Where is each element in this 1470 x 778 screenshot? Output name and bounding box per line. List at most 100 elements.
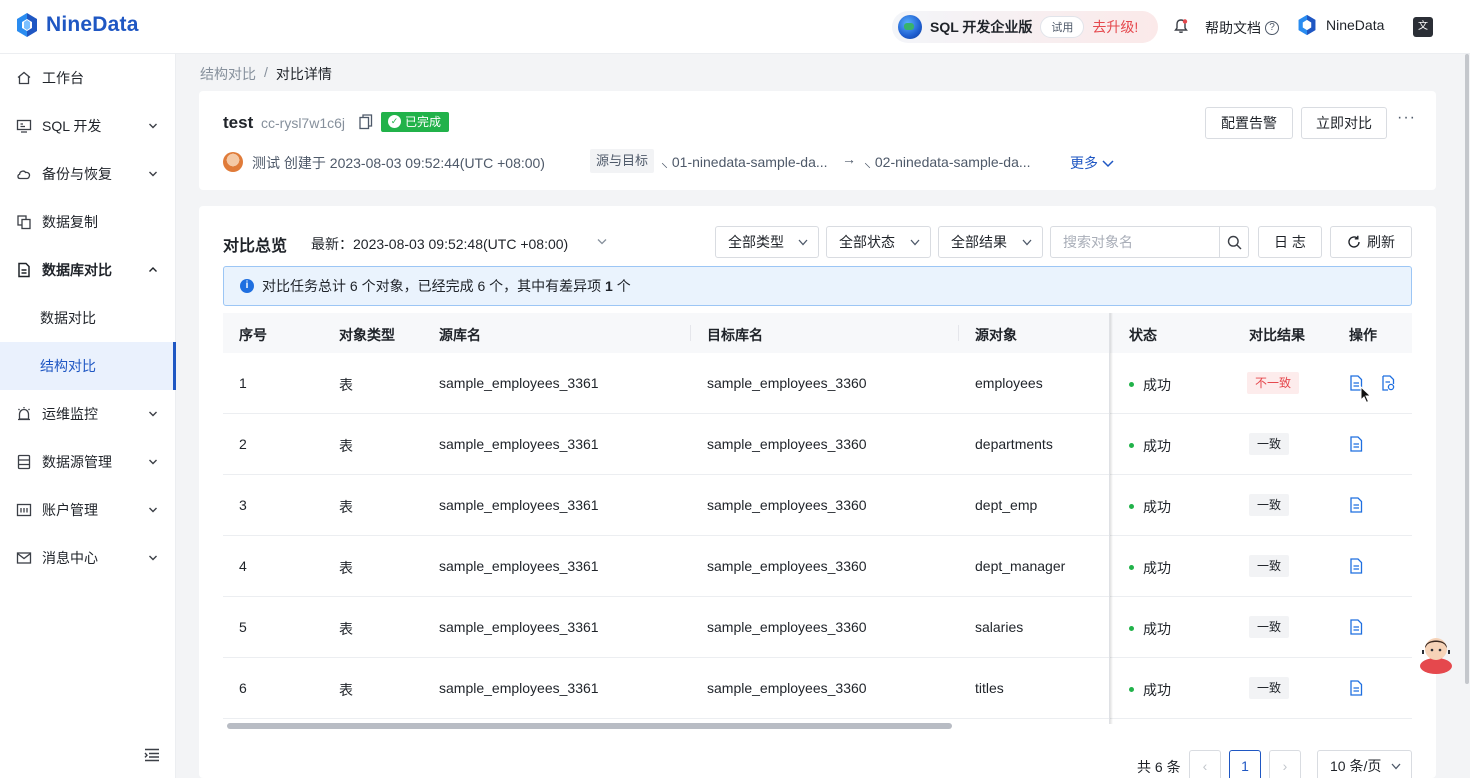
cell-no: 4 xyxy=(239,558,247,574)
arrow-right-icon: → xyxy=(842,151,856,167)
status-filter-select[interactable]: 全部状态 xyxy=(826,226,931,258)
sidebar-item-backup[interactable]: 备份与恢复 xyxy=(0,150,176,198)
database-icon xyxy=(17,454,31,470)
sidebar-item-label: 工作台 xyxy=(42,70,84,86)
help-docs-link[interactable]: 帮助文档 ? xyxy=(1205,18,1279,38)
cell-status: 成功 xyxy=(1129,619,1171,639)
result-badge: 一致 xyxy=(1249,616,1290,638)
type-filter-select[interactable]: 全部类型 xyxy=(715,226,819,258)
copy-id-icon[interactable] xyxy=(359,114,373,130)
help-docs-label: 帮助文档 xyxy=(1205,20,1261,36)
scrollbar-thumb[interactable] xyxy=(227,723,952,729)
chevron-down-icon xyxy=(1102,160,1114,168)
more-actions-icon[interactable]: ··· xyxy=(1397,109,1416,127)
notification-bell-icon[interactable] xyxy=(1172,17,1190,35)
promo-title: SQL 开发企业版 xyxy=(930,19,1033,35)
more-details-link[interactable]: 更多 xyxy=(1070,153,1114,173)
cell-type: 表 xyxy=(339,621,353,637)
cell-type: 表 xyxy=(339,377,353,393)
sidebar-item-messages[interactable]: 消息中心 xyxy=(0,534,176,582)
view-detail-icon[interactable] xyxy=(1349,436,1363,452)
target-datasource[interactable]: ⸜ 02-ninedata-sample-da... xyxy=(864,153,1031,172)
task-id: cc-rysl7w1c6j xyxy=(261,115,346,131)
cell-type: 表 xyxy=(339,499,353,515)
sidebar-subitem-data-compare[interactable]: 数据对比 xyxy=(0,294,176,342)
configure-alert-button[interactable]: 配置告警 xyxy=(1205,107,1293,139)
prev-page-button[interactable]: ‹ xyxy=(1189,750,1221,778)
success-dot xyxy=(1129,687,1134,692)
page-size-select[interactable]: 10 条/页 xyxy=(1317,750,1412,778)
upgrade-promo[interactable]: SQL 开发企业版 试用 去升级! xyxy=(892,11,1158,43)
language-switch-icon[interactable]: 文 xyxy=(1413,17,1433,37)
cell-source-db: sample_employees_3361 xyxy=(439,436,599,452)
sidebar-item-label: 数据源管理 xyxy=(42,454,112,470)
sidebar-item-datasource[interactable]: 数据源管理 xyxy=(0,438,176,486)
compare-overview-card: 对比总览 最新：2023-08-03 09:52:48(UTC +08:00) … xyxy=(199,206,1436,778)
result-badge: 不一致 xyxy=(1247,372,1300,394)
sidebar-item-sql-dev[interactable]: SQL 开发 xyxy=(0,102,176,150)
sidebar-subitem-structure-compare[interactable]: 结构对比 xyxy=(0,342,176,390)
page-button-current[interactable]: 1 xyxy=(1229,750,1261,778)
cell-source-object: departments xyxy=(975,436,1053,452)
status-filter-value: 全部状态 xyxy=(839,234,895,250)
customer-support-icon[interactable] xyxy=(1418,632,1454,674)
latest-run-select[interactable]: 最新：2023-08-03 09:52:48(UTC +08:00) xyxy=(311,234,568,254)
view-detail-icon[interactable] xyxy=(1349,497,1363,513)
mysql-icon: ⸜ xyxy=(661,154,672,170)
sidebar-item-replication[interactable]: 数据复制 xyxy=(0,198,176,246)
refresh-label: 刷新 xyxy=(1367,234,1395,250)
breadcrumb-current: 对比详情 xyxy=(275,66,332,82)
page-scrollbar-thumb[interactable] xyxy=(1465,54,1469,684)
breadcrumb-parent[interactable]: 结构对比 xyxy=(200,64,256,84)
sidebar-item-account[interactable]: 账户管理 xyxy=(0,486,176,534)
search-box xyxy=(1050,226,1249,258)
sidebar-item-label: 数据复制 xyxy=(42,214,98,230)
next-page-button[interactable]: › xyxy=(1269,750,1301,778)
view-detail-icon[interactable] xyxy=(1349,558,1363,574)
table-row: 3 表 sample_employees_3361 sample_employe… xyxy=(223,475,1412,536)
sidebar-item-workbench[interactable]: 工作台 xyxy=(0,54,176,102)
monitor-icon xyxy=(16,119,32,133)
sidebar: 工作台 SQL 开发 备份与恢复 数据复制 数据库对比 数据对比 结构对比 运维… xyxy=(0,54,176,778)
sync-fix-icon[interactable] xyxy=(1381,375,1395,391)
result-badge: 一致 xyxy=(1249,677,1290,699)
top-header: NineData SQL 开发企业版 试用 去升级! 帮助文档 ? NineDa… xyxy=(0,0,1470,54)
sidebar-item-db-compare[interactable]: 数据库对比 xyxy=(0,246,176,294)
status-text: 成功 xyxy=(1143,438,1171,454)
user-menu[interactable]: NineData xyxy=(1296,14,1384,36)
sidebar-item-ops-monitor[interactable]: 运维监控 xyxy=(0,390,176,438)
chevron-down-icon xyxy=(149,507,157,513)
upgrade-link[interactable]: 去升级! xyxy=(1092,17,1138,37)
refresh-button[interactable]: 刷新 xyxy=(1330,226,1412,258)
cell-target-db: sample_employees_3360 xyxy=(707,497,867,513)
compare-result-table: 序号 对象类型 源库名 目标库名 源对象 状态 对比结果 操作 1 表 samp… xyxy=(223,313,1412,724)
ninedata-logo-icon xyxy=(17,13,37,37)
avatar xyxy=(223,152,243,172)
compare-now-button[interactable]: 立即对比 xyxy=(1301,107,1387,139)
horizontal-scrollbar[interactable] xyxy=(223,722,1412,730)
cell-no: 2 xyxy=(239,436,247,452)
cell-source-object: titles xyxy=(975,680,1004,696)
sidebar-item-label: 运维监控 xyxy=(42,406,98,422)
cell-target-db: sample_employees_3360 xyxy=(707,558,867,574)
cell-status: 成功 xyxy=(1129,558,1171,578)
collapse-sidebar-icon[interactable] xyxy=(144,748,160,762)
search-input[interactable] xyxy=(1051,227,1219,257)
view-detail-icon[interactable] xyxy=(1349,619,1363,635)
log-button[interactable]: 日 志 xyxy=(1258,226,1322,258)
cell-type: 表 xyxy=(339,560,353,576)
chevron-down-icon[interactable] xyxy=(597,238,607,246)
chevron-down-icon xyxy=(910,239,920,246)
summary-info-banner: i 对比任务总计 6 个对象，已经完成 6 个，其中有差异项 1 个 xyxy=(223,266,1412,306)
sidebar-item-label: 消息中心 xyxy=(42,550,98,566)
view-detail-icon[interactable] xyxy=(1349,680,1363,696)
source-datasource[interactable]: ⸜ 01-ninedata-sample-da... xyxy=(661,153,828,172)
result-filter-select[interactable]: 全部结果 xyxy=(938,226,1043,258)
more-link-label: 更多 xyxy=(1070,155,1098,171)
chevron-up-icon xyxy=(149,267,157,272)
page-vertical-scrollbar[interactable] xyxy=(1464,54,1470,684)
sidebar-item-label: 备份与恢复 xyxy=(42,166,112,182)
search-button[interactable] xyxy=(1219,227,1249,257)
logo[interactable]: NineData xyxy=(14,12,139,38)
cell-type: 表 xyxy=(339,438,353,454)
